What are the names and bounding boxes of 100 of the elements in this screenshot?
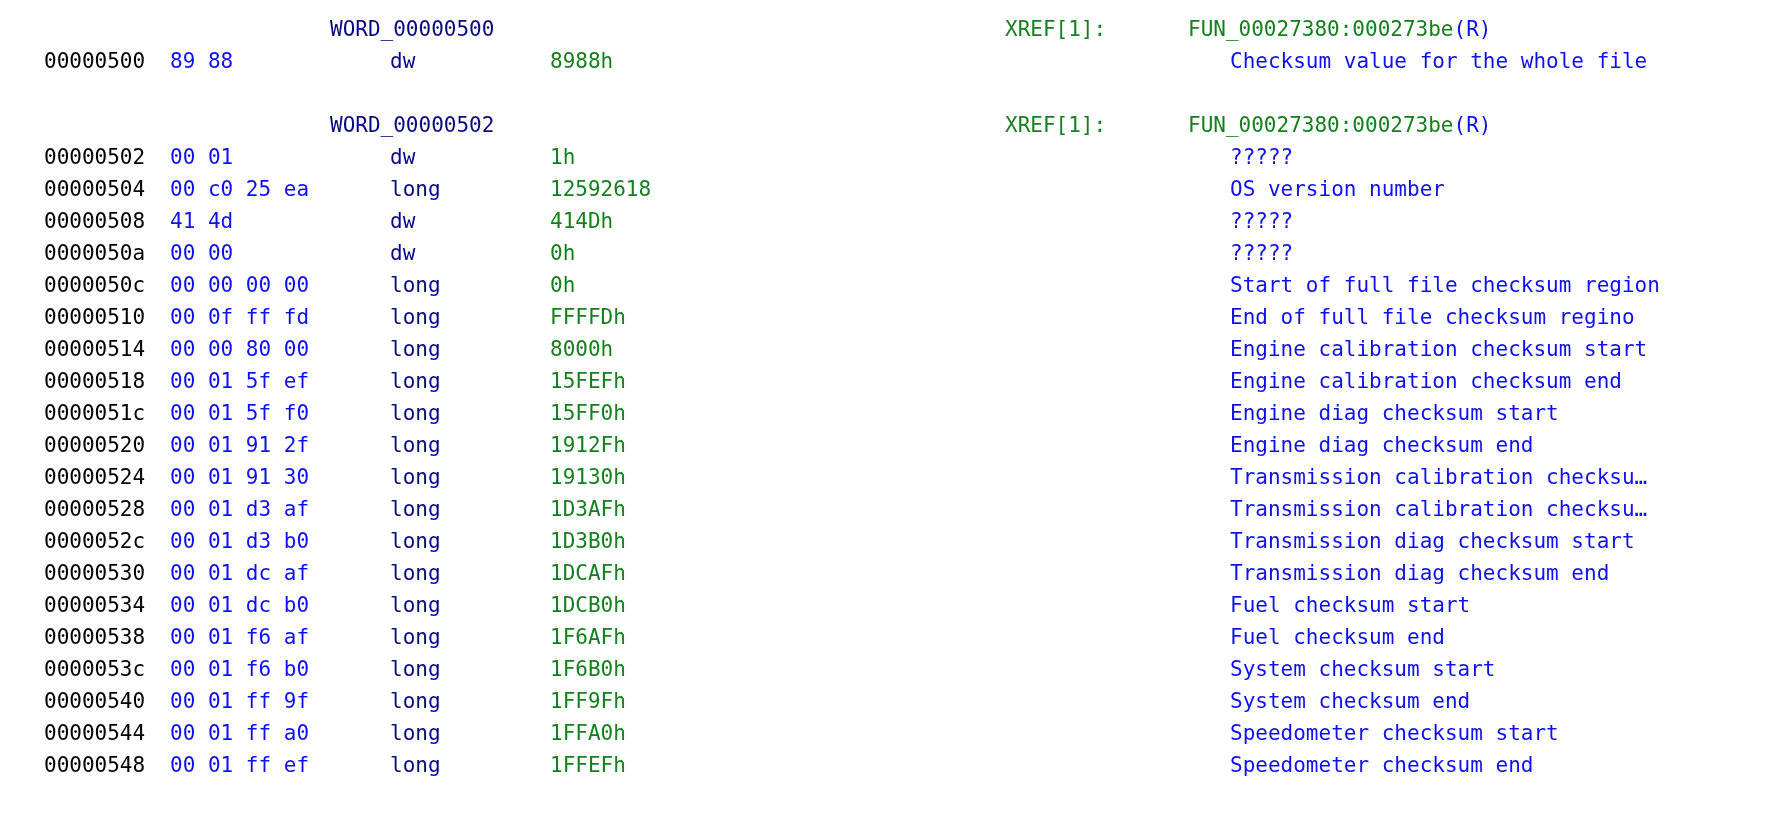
- comment-text: Engine diag checksum start: [1230, 401, 1560, 425]
- address-text: 00000514: [44, 337, 147, 361]
- address-text: 00000544: [44, 721, 147, 745]
- byte-values: 00 00 80 00: [170, 337, 311, 361]
- mnemonic-text: long: [390, 753, 442, 777]
- mnemonic-text: long: [390, 337, 442, 361]
- comment-text: Fuel checksum start: [1230, 593, 1472, 617]
- mnemonic-text: dw: [390, 209, 417, 233]
- xref-label: XREF[1]:: [1005, 17, 1108, 41]
- comment-text: Engine calibration checksum start: [1230, 337, 1649, 361]
- mnemonic-text: dw: [390, 241, 417, 265]
- address-text: 00000540: [44, 689, 147, 713]
- byte-values: 00 01 91 30: [170, 465, 311, 489]
- byte-values: 00 01 d3 af: [170, 497, 311, 521]
- xref-access-type: (R): [1453, 17, 1492, 41]
- mnemonic-text: long: [390, 401, 442, 425]
- comment-text: Speedometer checksum end: [1230, 753, 1535, 777]
- operand-value: 12592618: [550, 177, 653, 201]
- address-text: 0000050c: [44, 273, 147, 297]
- address-text: 0000051c: [44, 401, 147, 425]
- byte-values: 00 01 ff a0: [170, 721, 311, 745]
- mnemonic-text: long: [390, 497, 442, 521]
- operand-value: 414Dh: [550, 209, 615, 233]
- data-label: WORD_00000500: [330, 17, 496, 41]
- address-text: 00000510: [44, 305, 147, 329]
- mnemonic-text: long: [390, 625, 442, 649]
- comment-text: ?????: [1230, 209, 1295, 233]
- comment-text: System checksum end: [1230, 689, 1472, 713]
- operand-value: 0h: [550, 241, 577, 265]
- address-text: 00000528: [44, 497, 147, 521]
- byte-values: 00 01 91 2f: [170, 433, 311, 457]
- operand-value: 1D3AFh: [550, 497, 627, 521]
- address-text: 0000050a: [44, 241, 147, 265]
- operand-value: 1F6AFh: [550, 625, 627, 649]
- operand-value: FFFFDh: [550, 305, 627, 329]
- comment-text: ?????: [1230, 145, 1295, 169]
- operand-value: 15FEFh: [550, 369, 627, 393]
- address-text: 00000502: [44, 145, 147, 169]
- mnemonic-text: long: [390, 465, 442, 489]
- mnemonic-text: long: [390, 593, 442, 617]
- comment-text: End of full file checksum regino: [1230, 305, 1636, 329]
- byte-values: 00 01 ff ef: [170, 753, 311, 777]
- byte-values: 00 01: [170, 145, 235, 169]
- mnemonic-text: dw: [390, 49, 417, 73]
- comment-text: Engine calibration checksum end: [1230, 369, 1623, 393]
- operand-value: 1D3B0h: [550, 529, 627, 553]
- byte-values: 00 01 d3 b0: [170, 529, 311, 553]
- operand-value: 1FFEFh: [550, 753, 627, 777]
- mnemonic-text: long: [390, 529, 442, 553]
- operand-value: 15FF0h: [550, 401, 627, 425]
- mnemonic-text: long: [390, 305, 442, 329]
- comment-text: Fuel checksum end: [1230, 625, 1446, 649]
- address-text: 0000053c: [44, 657, 147, 681]
- byte-values: 00 01 f6 b0: [170, 657, 311, 681]
- comment-text: Checksum value for the whole file: [1230, 49, 1649, 73]
- byte-values: 00 01 dc b0: [170, 593, 311, 617]
- address-text: 00000508: [44, 209, 147, 233]
- comment-text: Transmission diag checksum end: [1230, 561, 1611, 585]
- address-text: 00000524: [44, 465, 147, 489]
- operand-value: 1F6B0h: [550, 657, 627, 681]
- address-text: 00000538: [44, 625, 147, 649]
- address-text: 00000548: [44, 753, 147, 777]
- byte-values: 00 01 5f ef: [170, 369, 311, 393]
- comment-text: Speedometer checksum start: [1230, 721, 1560, 745]
- address-text: 00000530: [44, 561, 147, 585]
- xref-link[interactable]: FUN_00027380:000273be: [1188, 113, 1454, 137]
- comment-text: Engine diag checksum end: [1230, 433, 1535, 457]
- xref-link[interactable]: FUN_00027380:000273be: [1188, 17, 1454, 41]
- byte-values: 00 c0 25 ea: [170, 177, 311, 201]
- address-text: 00000518: [44, 369, 147, 393]
- byte-values: 00 01 dc af: [170, 561, 311, 585]
- byte-values: 00 00: [170, 241, 235, 265]
- byte-values: 00 01 ff 9f: [170, 689, 311, 713]
- xref-label: XREF[1]:: [1005, 113, 1108, 137]
- operand-value: 1DCAFh: [550, 561, 627, 585]
- xref-access-type: (R): [1453, 113, 1492, 137]
- comment-text: Transmission calibration checksu…: [1230, 497, 1649, 521]
- byte-values: 00 0f ff fd: [170, 305, 311, 329]
- byte-values: 00 01 f6 af: [170, 625, 311, 649]
- byte-values: 00 00 00 00: [170, 273, 311, 297]
- byte-values: 89 88: [170, 49, 235, 73]
- mnemonic-text: long: [390, 273, 442, 297]
- comment-text: ?????: [1230, 241, 1295, 265]
- operand-value: 0h: [550, 273, 577, 297]
- mnemonic-text: long: [390, 177, 442, 201]
- operand-value: 19130h: [550, 465, 627, 489]
- address-text: 00000504: [44, 177, 147, 201]
- operand-value: 1h: [550, 145, 577, 169]
- byte-values: 41 4d: [170, 209, 235, 233]
- comment-text: Start of full file checksum region: [1230, 273, 1661, 297]
- address-text: 00000500: [44, 49, 147, 73]
- mnemonic-text: long: [390, 657, 442, 681]
- mnemonic-text: long: [390, 561, 442, 585]
- operand-value: 1FF9Fh: [550, 689, 627, 713]
- address-text: 00000534: [44, 593, 147, 617]
- comment-text: Transmission calibration checksu…: [1230, 465, 1649, 489]
- operand-value: 8988h: [550, 49, 615, 73]
- address-text: 0000052c: [44, 529, 147, 553]
- mnemonic-text: long: [390, 369, 442, 393]
- operand-value: 1DCB0h: [550, 593, 627, 617]
